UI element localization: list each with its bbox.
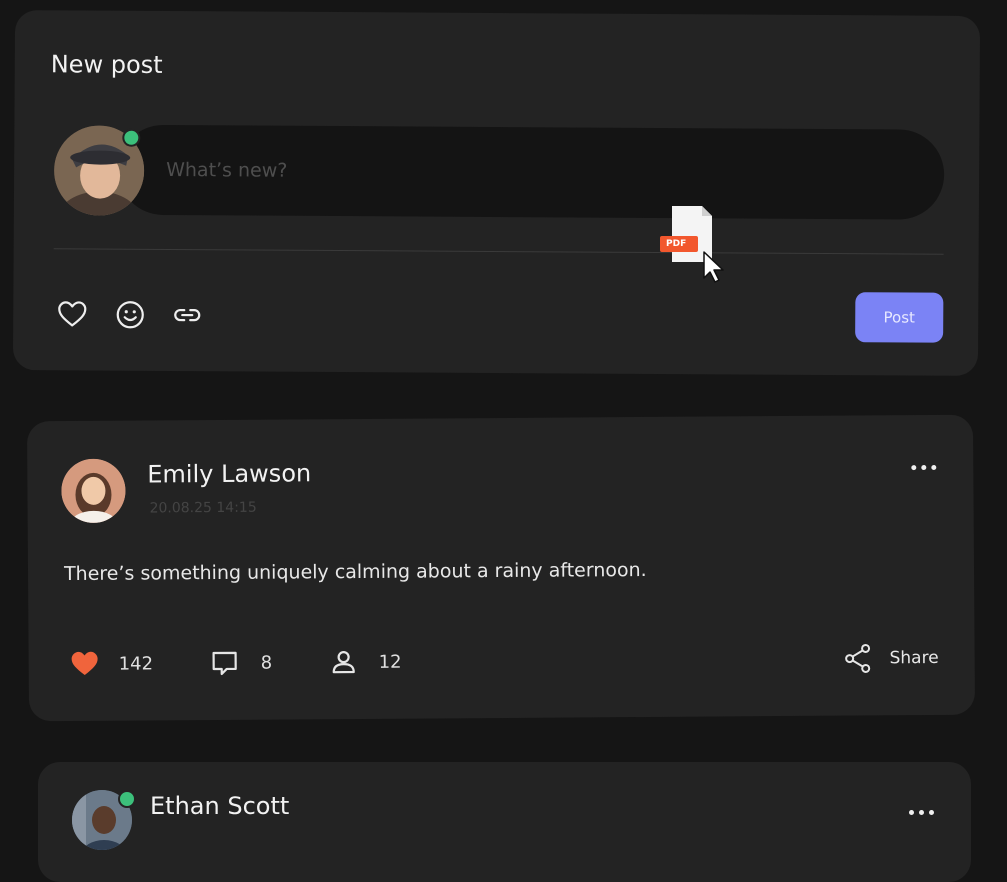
heart-icon[interactable] <box>56 298 88 330</box>
more-options-icon[interactable] <box>903 455 943 479</box>
post-button[interactable]: Post <box>855 292 944 343</box>
share-label: Share <box>889 647 939 669</box>
comment-count: 8 <box>260 652 273 674</box>
post-input[interactable] <box>164 150 929 194</box>
share-icon <box>845 643 871 673</box>
comment-button[interactable]: 8 <box>211 650 273 676</box>
pdf-badge-label: PDF <box>666 239 687 249</box>
post-timestamp: 20.08.25 14:15 <box>149 499 257 517</box>
new-post-card: New post Post <box>12 10 981 376</box>
followers-button[interactable]: 12 <box>331 649 402 675</box>
new-post-title: New post <box>50 50 163 79</box>
heart-filled-icon <box>71 651 98 676</box>
author-name[interactable]: Ethan Scott <box>150 792 289 820</box>
like-button[interactable]: 142 <box>71 650 154 677</box>
post-text: There’s something uniquely calming about… <box>63 558 647 586</box>
share-button[interactable]: Share <box>843 643 939 674</box>
cursor-pointer-icon <box>702 250 728 284</box>
author-name[interactable]: Emily Lawson <box>147 459 311 488</box>
author-avatar[interactable] <box>61 458 126 524</box>
online-status-dot <box>122 128 141 147</box>
link-icon[interactable] <box>171 299 203 331</box>
follower-count: 12 <box>378 651 402 673</box>
comment-icon <box>212 651 237 676</box>
user-icon <box>332 651 355 674</box>
smiley-icon[interactable] <box>114 299 146 331</box>
more-options-icon[interactable] <box>901 800 941 824</box>
post-card: Emily Lawson 20.08.25 14:15 There’s some… <box>26 414 976 722</box>
like-count: 142 <box>118 652 154 675</box>
online-status-dot <box>118 790 136 808</box>
post-card: Ethan Scott <box>38 762 971 882</box>
new-post-divider <box>53 248 944 255</box>
